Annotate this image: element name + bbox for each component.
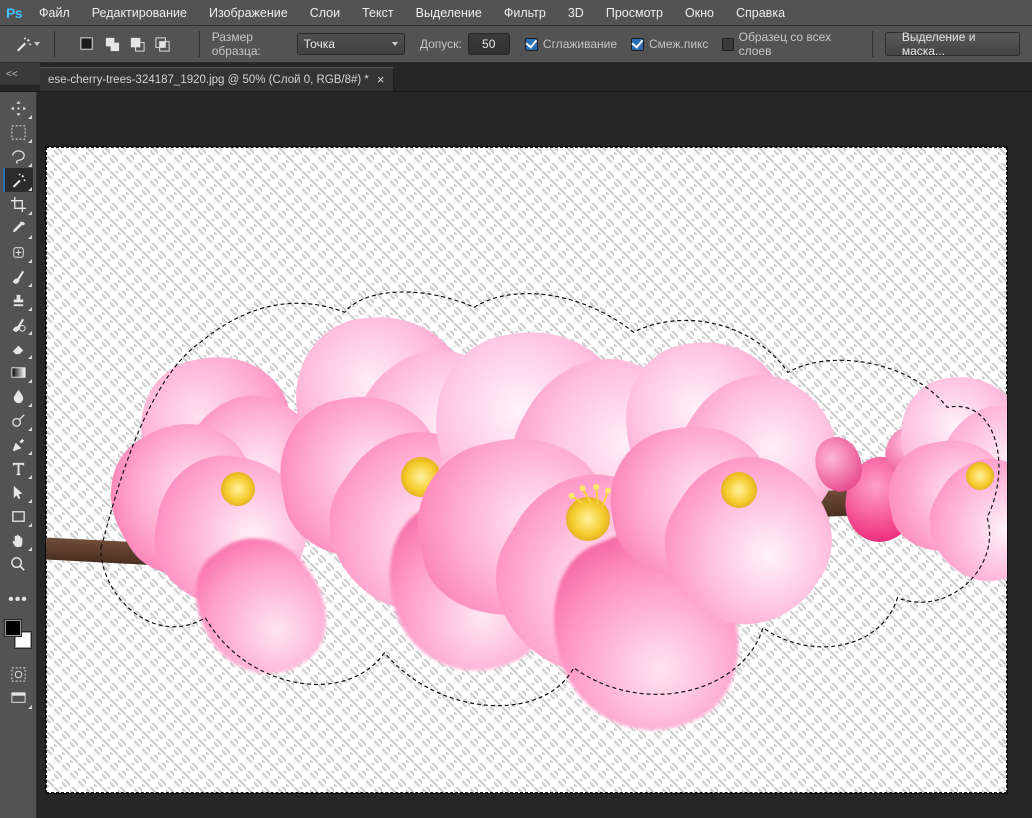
type-icon: [10, 460, 27, 477]
menu-layers[interactable]: Слои: [299, 0, 351, 25]
tool-magic-wand[interactable]: [3, 168, 33, 192]
tool-stamp[interactable]: [3, 288, 33, 312]
tool-path-select[interactable]: [3, 480, 33, 504]
main-area: •••: [0, 92, 1032, 818]
tolerance-input[interactable]: [468, 33, 510, 55]
more-icon: •••: [8, 591, 28, 609]
menu-file[interactable]: Файл: [28, 0, 81, 25]
tool-hand[interactable]: [3, 528, 33, 552]
contiguous-checkbox[interactable]: Смеж.пикс: [631, 37, 708, 51]
document-tab-title: ese-cherry-trees-324187_1920.jpg @ 50% (…: [48, 74, 369, 86]
tool-marquee[interactable]: [3, 120, 33, 144]
tool-healing[interactable]: [3, 240, 33, 264]
dodge-icon: [10, 412, 27, 429]
menu-view[interactable]: Просмотр: [595, 0, 674, 25]
eyedropper-icon: [10, 220, 27, 237]
eraser-icon: [10, 340, 27, 357]
antialias-checkbox[interactable]: Сглаживание: [525, 37, 617, 51]
tool-blur[interactable]: [3, 384, 33, 408]
history-brush-icon: [10, 316, 27, 333]
gradient-icon: [10, 364, 27, 381]
foreground-color-swatch[interactable]: [5, 620, 21, 636]
tool-shape[interactable]: [3, 504, 33, 528]
healing-brush-icon: [10, 244, 27, 261]
menu-text[interactable]: Текст: [351, 0, 404, 25]
document-canvas[interactable]: [46, 147, 1007, 793]
menu-help[interactable]: Справка: [725, 0, 796, 25]
sample-size-value: Точка: [304, 37, 335, 51]
tool-gradient[interactable]: [3, 360, 33, 384]
collapse-chevrons-icon: <<: [6, 69, 18, 80]
tool-brush[interactable]: [3, 264, 33, 288]
tools-toolbar: •••: [0, 92, 37, 818]
move-icon: [10, 100, 27, 117]
menu-edit[interactable]: Редактирование: [81, 0, 198, 25]
app-logo: Ps: [0, 0, 28, 26]
select-and-mask-button[interactable]: Выделение и маска...: [885, 32, 1020, 56]
chevron-down-icon: [392, 42, 398, 46]
lasso-icon: [10, 148, 27, 165]
selection-outline: [46, 147, 1007, 793]
sample-size-label: Размер образца:: [212, 30, 291, 58]
separator: [872, 31, 873, 57]
menu-bar: Ps Файл Редактирование Изображение Слои …: [0, 0, 1032, 26]
close-tab-icon[interactable]: ×: [377, 72, 385, 87]
separator: [199, 31, 200, 57]
path-select-icon: [10, 484, 27, 501]
tool-move[interactable]: [3, 96, 33, 120]
sample-size-select[interactable]: Точка: [297, 33, 405, 55]
selection-intersect-icon[interactable]: [152, 33, 174, 55]
magic-wand-icon: [10, 172, 27, 189]
tool-edit-toolbar[interactable]: •••: [3, 588, 33, 612]
tool-eraser[interactable]: [3, 336, 33, 360]
magic-wand-icon: [14, 35, 32, 53]
brush-icon: [10, 268, 27, 285]
menu-filter[interactable]: Фильтр: [493, 0, 557, 25]
selection-add-icon[interactable]: [102, 33, 124, 55]
checkbox-on-icon: [525, 38, 538, 51]
tool-lasso[interactable]: [3, 144, 33, 168]
hand-icon: [10, 532, 27, 549]
sample-all-layers-checkbox[interactable]: Образец со всех слоев: [722, 30, 846, 58]
chevron-down-icon: [34, 42, 40, 46]
tool-dodge[interactable]: [3, 408, 33, 432]
selection-subtract-icon[interactable]: [127, 33, 149, 55]
selection-mode-group: [77, 26, 177, 62]
zoom-icon: [10, 556, 27, 573]
canvas-wrap: [37, 92, 1032, 818]
quick-mask-icon: [10, 666, 27, 683]
image-content: [46, 147, 1007, 793]
checkbox-on-icon: [631, 38, 644, 51]
tool-history-brush[interactable]: [3, 312, 33, 336]
marquee-icon: [10, 124, 27, 141]
document-tab[interactable]: ese-cherry-trees-324187_1920.jpg @ 50% (…: [40, 67, 394, 91]
stamp-icon: [10, 292, 27, 309]
current-tool-indicator[interactable]: [14, 33, 40, 55]
tool-eyedropper[interactable]: [3, 216, 33, 240]
tool-type[interactable]: [3, 456, 33, 480]
menu-window[interactable]: Окно: [674, 0, 725, 25]
menu-image[interactable]: Изображение: [198, 0, 299, 25]
tool-crop[interactable]: [3, 192, 33, 216]
screen-mode-icon: [10, 690, 27, 707]
rectangle-icon: [10, 508, 27, 525]
menu-3d[interactable]: 3D: [557, 0, 595, 25]
pen-icon: [10, 436, 27, 453]
screen-mode-toggle[interactable]: [3, 686, 33, 710]
crop-icon: [10, 196, 27, 213]
separator: [54, 31, 55, 57]
menu-select[interactable]: Выделение: [405, 0, 493, 25]
checkbox-off-icon: [722, 38, 733, 51]
selection-new-icon[interactable]: [77, 33, 99, 55]
tolerance-label: Допуск:: [420, 37, 462, 51]
options-bar: Размер образца: Точка Допуск: Сглаживани…: [0, 26, 1032, 63]
tool-zoom[interactable]: [3, 552, 33, 576]
tool-pen[interactable]: [3, 432, 33, 456]
quick-mask-toggle[interactable]: [3, 662, 33, 686]
collapse-panel-button[interactable]: <<: [0, 63, 40, 85]
foreground-background-swatches[interactable]: [3, 618, 33, 650]
document-tab-bar: ese-cherry-trees-324187_1920.jpg @ 50% (…: [0, 63, 1032, 92]
blur-icon: [10, 388, 27, 405]
